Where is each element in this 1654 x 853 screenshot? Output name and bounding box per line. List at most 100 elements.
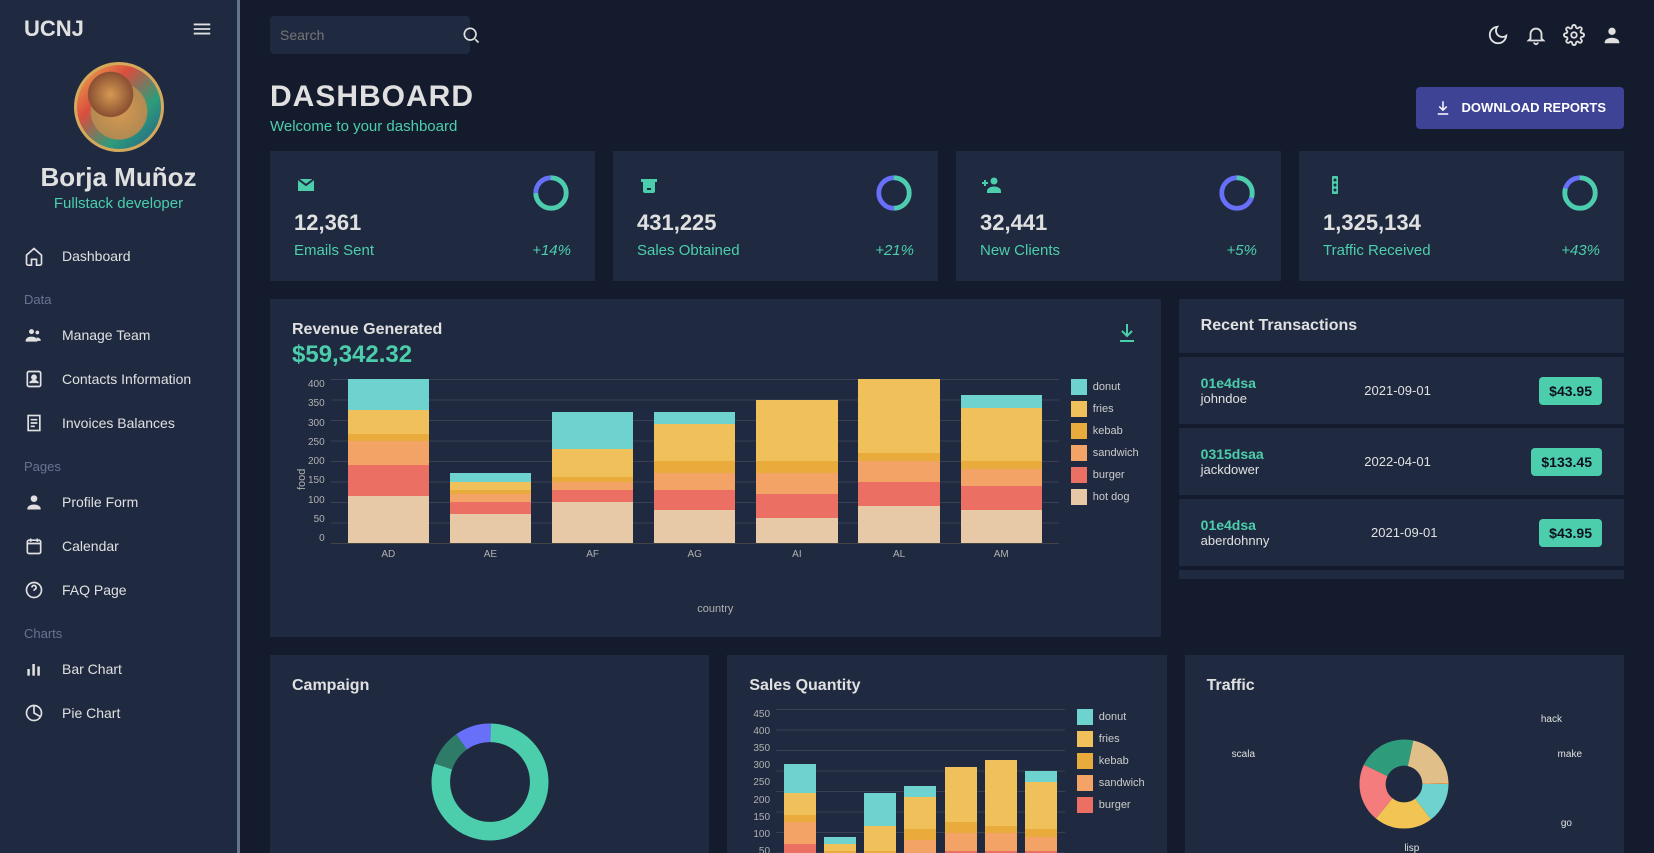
campaign-donut-chart	[292, 709, 687, 853]
chart-ylabel	[749, 709, 753, 853]
bar-segment	[904, 786, 936, 797]
bar-column: AF	[864, 709, 896, 853]
sidebar-item-bar-chart[interactable]: Bar Chart	[0, 647, 237, 691]
bar-segment	[961, 461, 1042, 469]
sidebar-item-label: Profile Form	[62, 494, 138, 510]
bar-segment	[858, 482, 939, 507]
sidebar-item-manage-team[interactable]: Manage Team	[0, 313, 237, 357]
bar-segment	[756, 461, 837, 473]
people-icon	[24, 325, 44, 345]
stat-value: 1,325,134	[1323, 210, 1431, 236]
bar-segment	[945, 767, 977, 822]
menu-toggle-icon[interactable]	[191, 18, 213, 40]
sidebar-item-pie-chart[interactable]: Pie Chart	[0, 691, 237, 735]
transaction-amount: $133.45	[1531, 448, 1602, 476]
transaction-user: jackdower	[1201, 462, 1264, 477]
transaction-id: 01e4dsa	[1201, 517, 1270, 533]
bar-segment	[784, 822, 816, 844]
stat-value: 431,225	[637, 210, 740, 236]
bar-segment	[961, 486, 1042, 511]
bar-column: AL	[858, 379, 939, 543]
download-chart-icon[interactable]	[1115, 321, 1139, 345]
bar-column: AG	[654, 379, 735, 543]
sidebar-item-label: Invoices Balances	[62, 415, 175, 431]
pie-label: go	[1561, 818, 1572, 829]
search-input[interactable]	[280, 27, 461, 43]
chart-xlabel: country	[292, 603, 1139, 615]
bar-segment	[784, 764, 816, 793]
bar-column: AE	[824, 709, 856, 853]
download-label: DOWNLOAD REPORTS	[1462, 100, 1606, 115]
bar-segment	[552, 502, 633, 543]
bar-segment	[348, 434, 429, 442]
transaction-row: 0315dsaa jackdower 2022-04-01 $133.45	[1179, 428, 1624, 499]
bar-segment	[1025, 829, 1057, 836]
bar-segment	[552, 412, 633, 449]
legend-item: sandwich	[1077, 775, 1145, 791]
sidebar-item-label: Contacts Information	[62, 371, 191, 387]
pie-label: make	[1558, 749, 1582, 760]
sidebar-item-dashboard[interactable]: Dashboard	[0, 234, 237, 278]
bar-segment	[756, 518, 837, 543]
notifications-icon[interactable]	[1524, 23, 1548, 47]
bar-segment	[450, 482, 531, 490]
bar-segment	[961, 510, 1042, 543]
nav-heading-data: Data	[0, 278, 237, 313]
stat-icon	[1323, 173, 1431, 197]
traffic-title: Traffic	[1207, 677, 1602, 695]
sidebar-item-profile-form[interactable]: Profile Form	[0, 480, 237, 524]
chart-legend: donutfrieskebabsandwichburger	[1065, 709, 1145, 853]
transactions-title: Recent Transactions	[1179, 299, 1624, 357]
dark-mode-icon[interactable]	[1486, 23, 1510, 47]
profile-role: Fullstack developer	[16, 195, 221, 212]
bar-column: AM	[961, 379, 1042, 543]
page-subtitle: Welcome to your dashboard	[270, 118, 474, 135]
bar-segment	[784, 844, 816, 853]
bar-segment	[1025, 837, 1057, 852]
transaction-id: 01e4dsa	[1201, 375, 1256, 391]
legend-item: fries	[1071, 401, 1139, 417]
sidebar-item-invoices[interactable]: Invoices Balances	[0, 401, 237, 445]
settings-icon[interactable]	[1562, 23, 1586, 47]
transaction-amount: $43.95	[1539, 519, 1602, 547]
sidebar-item-label: FAQ Page	[62, 582, 127, 598]
transaction-date: 2022-04-01	[1364, 454, 1431, 469]
bar-label: AF	[552, 543, 633, 560]
sidebar-item-contacts[interactable]: Contacts Information	[0, 357, 237, 401]
bar-segment	[654, 510, 735, 543]
nav-heading-charts: Charts	[0, 612, 237, 647]
search-box[interactable]	[270, 16, 470, 54]
home-icon	[24, 246, 44, 266]
stat-card: 431,225 Sales Obtained +21%	[613, 151, 938, 281]
bar-segment	[985, 826, 1017, 833]
bar-label: AM	[961, 543, 1042, 560]
bar-segment	[858, 506, 939, 543]
stat-icon	[980, 173, 1060, 197]
pie-label: scala	[1232, 749, 1255, 760]
stats-row: 12,361 Emails Sent +14% 431,225 Sales Ob…	[270, 151, 1624, 281]
bar-segment	[864, 826, 896, 852]
bar-segment	[654, 424, 735, 461]
bar-segment	[858, 379, 939, 453]
bar-segment	[985, 833, 1017, 851]
bar-segment	[945, 833, 977, 851]
user-icon[interactable]	[1600, 23, 1624, 47]
chart-plot: ADAEAFAGAIALAM	[776, 709, 1065, 853]
bar-segment	[654, 490, 735, 511]
search-icon[interactable]	[461, 25, 481, 45]
sidebar-item-calendar[interactable]: Calendar	[0, 524, 237, 568]
legend-item: fries	[1077, 731, 1145, 747]
bar-label: AI	[756, 543, 837, 560]
sidebar-item-faq[interactable]: FAQ Page	[0, 568, 237, 612]
stat-card: 12,361 Emails Sent +14%	[270, 151, 595, 281]
bar-column: AF	[552, 379, 633, 543]
chart-yticks: 400350300250200150100500	[308, 379, 331, 544]
profile-block: Borja Muñoz Fullstack developer	[0, 52, 237, 230]
download-reports-button[interactable]: DOWNLOAD REPORTS	[1416, 87, 1624, 129]
transaction-id: 0315dsaa	[1201, 446, 1264, 462]
bar-segment	[1025, 782, 1057, 829]
bar-segment	[654, 412, 735, 424]
pie-chart-icon	[24, 703, 44, 723]
bar-segment	[450, 514, 531, 543]
sales-title: Sales Quantity	[749, 677, 1144, 695]
